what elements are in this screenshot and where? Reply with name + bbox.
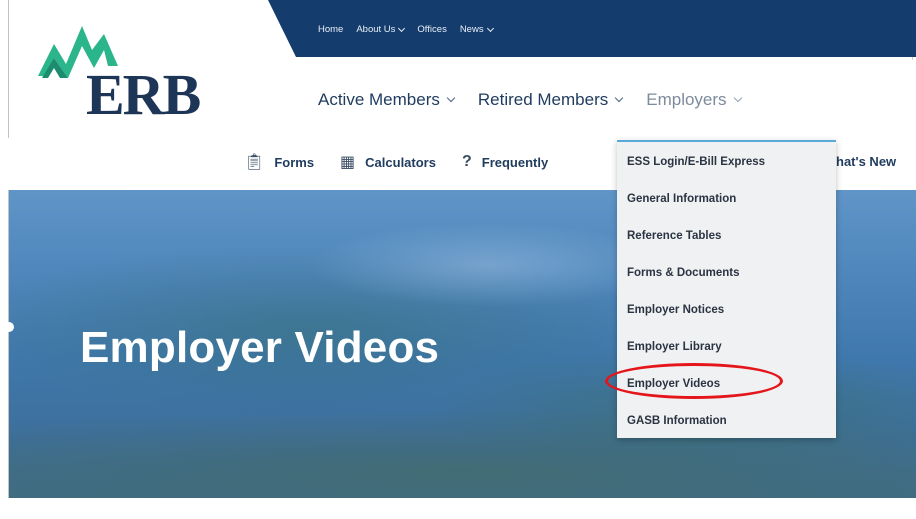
logo-text: ERB — [86, 62, 201, 127]
menu-item-employer-library[interactable]: Employer Library — [627, 341, 722, 353]
quick-link-forms[interactable]: 📋︎ Forms — [244, 152, 314, 172]
quick-link-label: Frequently — [481, 154, 549, 170]
quick-link-faq[interactable]: ? Frequently — [462, 152, 548, 172]
utility-nav-home[interactable]: Home — [318, 24, 343, 35]
quick-link-label: Calculators — [365, 154, 436, 170]
quick-link-whats-new[interactable]: hat's New — [836, 154, 896, 169]
menu-item-employer-notices[interactable]: Employer Notices — [627, 304, 724, 316]
utility-nav: Home About Us Offices News — [318, 24, 494, 35]
menu-item-general-information[interactable]: General Information — [627, 193, 736, 205]
menu-item-gasb-information[interactable]: GASB Information — [627, 415, 727, 427]
utility-nav-news[interactable]: News — [460, 24, 494, 35]
chevron-down-icon — [446, 93, 456, 103]
utility-nav-about-us[interactable]: About Us — [356, 24, 406, 35]
highlight-circle — [605, 363, 783, 399]
quick-link-label: Forms — [274, 154, 315, 170]
erb-logo[interactable]: ERB — [34, 20, 234, 130]
page: ERB Home About Us Offices News Active Me… — [0, 0, 916, 519]
nav-active-members[interactable]: Active Members — [318, 90, 456, 110]
calculator-icon: ▦ — [340, 154, 356, 171]
chevron-down-icon — [615, 93, 624, 103]
menu-item-forms-documents[interactable]: Forms & Documents — [627, 267, 739, 279]
quick-links: 📋︎ Forms ▦ Calculators ? Frequently — [244, 152, 548, 172]
chevron-down-icon — [733, 93, 742, 103]
carousel-dot[interactable] — [4, 322, 14, 332]
clipboard-icon: 📋︎ — [244, 154, 265, 171]
hero-title: Employer Videos — [80, 323, 440, 372]
nav-retired-members[interactable]: Retired Members — [477, 90, 624, 110]
main-nav: Active Members Retired Members Employers — [318, 90, 742, 110]
nav-employers[interactable]: Employers — [646, 90, 742, 110]
nav-label: Retired Members — [477, 90, 609, 109]
nav-label: Active Members — [318, 90, 440, 109]
chevron-down-icon — [398, 24, 406, 32]
menu-item-ess-login[interactable]: ESS Login/E-Bill Express — [627, 156, 765, 168]
quick-link-calculators[interactable]: ▦ Calculators — [340, 152, 436, 172]
question-icon: ? — [461, 153, 472, 170]
chevron-down-icon — [486, 24, 494, 32]
nav-label: Employers — [646, 90, 727, 109]
menu-item-reference-tables[interactable]: Reference Tables — [627, 230, 721, 242]
utility-nav-offices[interactable]: Offices — [417, 24, 446, 35]
